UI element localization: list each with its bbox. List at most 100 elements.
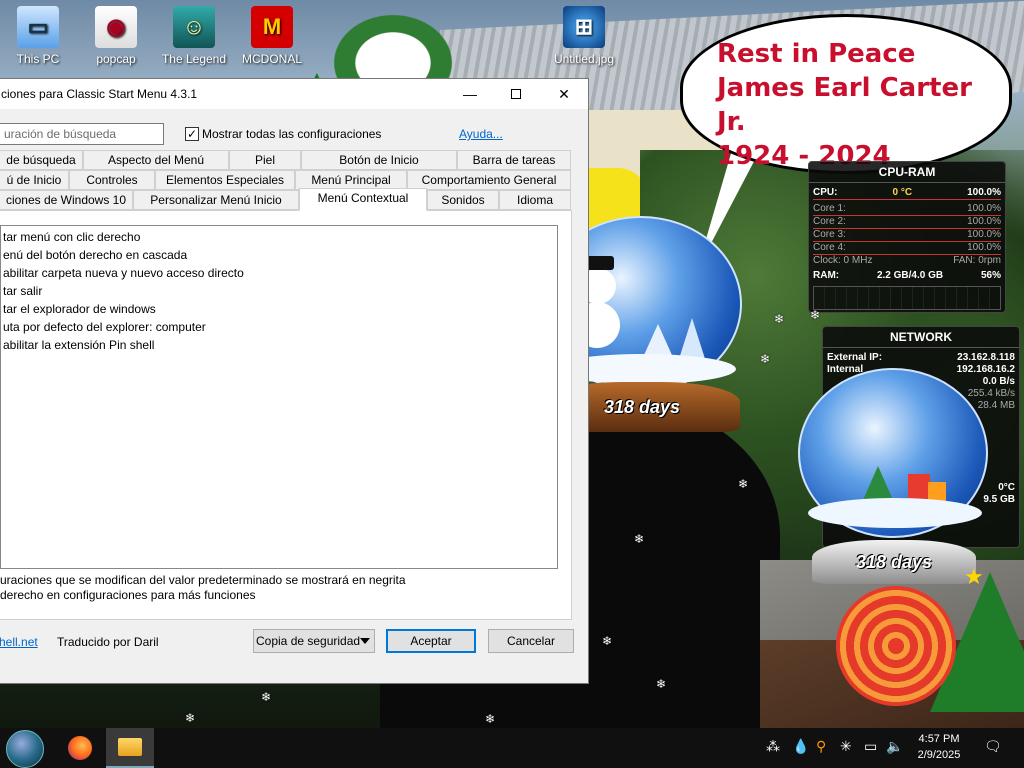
tab-sounds[interactable]: Sonidos [427,190,499,210]
title-bar[interactable]: ciones para Classic Start Menu 4.3.1 — ✕ [0,79,588,109]
clock-date: 2/9/2025 [917,749,961,761]
help-link[interactable]: Ayuda... [459,127,503,141]
list-item[interactable]: tar el explorador de windows [1,300,557,318]
tab-start-button[interactable]: Botón de Inicio [301,150,457,170]
tab-general-behavior[interactable]: Comportamiento General [407,170,571,190]
snowflake-icon: ❄ [656,677,667,691]
list-item[interactable]: enú del botón derecho en cascada [1,246,557,264]
taskbar: ⁂ 💧 ⚲ ✳ ▭ 🔈 4:57 PM 2/9/2025 🗨 [0,728,1024,768]
tab-menu-look[interactable]: Aspecto del Menú [83,150,229,170]
tab-special-items[interactable]: Elementos Especiales [155,170,295,190]
desktop-icon-label: MCDONAL [241,52,302,66]
show-all-settings-checkbox[interactable]: ✓ [185,127,199,141]
star-icon: ★ [964,564,984,589]
desktop-icon-label: popcap [96,52,136,66]
settings-list[interactable]: tar menú con clic derecho enú del botón … [0,225,558,569]
system-clock[interactable]: 4:57 PM 2/9/2025 [906,731,972,763]
dialog-footer: hell.net Traducido por Daril Copia de se… [0,619,588,669]
website-link[interactable]: hell.net [0,635,38,649]
cpu-label: CPU: [813,187,838,198]
computer-icon: ▭ [17,6,59,48]
show-all-settings-label[interactable]: Mostrar todas las configuraciones [202,127,381,141]
tab-windows-10-settings[interactable]: ciones de Windows 10 [0,190,133,210]
desktop-icon-label: The Legend [161,52,227,66]
tab-taskbar[interactable]: Barra de tareas [457,150,571,170]
snowflake-icon: ❄ [261,690,272,704]
network-activity-icon[interactable]: ⁂ [766,738,780,755]
snowflake-tray-icon[interactable]: ✳ [840,738,852,755]
snowflake-icon: ❄ [774,312,785,326]
memorial-speech-bubble: Rest in Peace James Earl Carter Jr. 1924… [680,14,1012,174]
desktop-icon-untitled-jpg[interactable]: ⊞ Untitled.jpg [548,4,620,66]
core-value: 100.0% [967,216,1001,227]
clock-time: 4:57 PM [918,733,960,745]
list-item[interactable]: uta por defecto del explorer: computer [1,318,557,336]
list-item[interactable]: abilitar carpeta nueva y nuevo acceso di… [1,264,557,282]
ram-value: 2.2 GB/4.0 GB [876,270,944,281]
tab-context-menu[interactable]: Menú Contextual [299,188,427,211]
desktop-icon-label: This PC [16,52,60,66]
snowflake-icon: ❄ [760,352,771,366]
days-counter-label: 318 days [603,396,681,417]
ok-button[interactable]: Aceptar [386,629,476,653]
tab-customize-start-menu[interactable]: Personalizar Menú Inicio [133,190,299,210]
tab-row-3: ciones de Windows 10 Personalizar Menú I… [0,188,571,211]
backup-button-label: Copia de seguridad [256,634,361,648]
notification-icon[interactable]: 🗨 [984,738,1002,755]
minimize-button[interactable]: — [447,79,493,109]
maximize-button[interactable] [493,79,539,109]
total-value: 28.4 MB [977,400,1015,411]
tab-language[interactable]: Idioma [499,190,571,210]
search-icon[interactable]: ⚲ [816,738,826,755]
snowflake-icon: ❄ [810,308,821,322]
water-drop-icon[interactable]: 💧 [792,738,809,755]
cpu-ram-gadget[interactable]: CPU-RAM CPU: 0 °C 100.0% Core 1: 100.0% … [808,161,1006,313]
desktop-icon-this-pc[interactable]: ▭ This PC [2,4,74,66]
taskbar-firefox[interactable] [56,728,104,768]
cpu-temp: 0 °C [892,187,913,198]
core-row: Core 4: 100.0% [809,242,1005,254]
size-value: 9.5 GB [983,494,1015,505]
window-title: ciones para Classic Start Menu 4.3.1 [1,87,198,101]
core-value: 100.0% [967,203,1001,214]
list-item[interactable]: abilitar la extensión Pin shell [1,336,557,354]
temp-value: 0°C [998,482,1015,493]
context-menu-panel: tar menú con clic derecho enú del botón … [0,210,572,620]
close-button[interactable]: ✕ [541,79,587,109]
gifts-snow-globe[interactable] [798,368,988,538]
list-item[interactable]: tar salir [1,282,557,300]
tab-search[interactable]: de búsqueda [0,150,83,170]
volume-icon[interactable]: 🔈 [886,738,903,755]
external-ip-value: 23.162.8.118 [957,352,1015,363]
spiral-tree-decoration [836,586,956,706]
minimize-icon: — [463,86,477,102]
core-label: Core 2: [813,216,846,227]
tab-skin[interactable]: Piel [229,150,301,170]
ram-graph [813,286,1001,310]
desktop-icon-label: Untitled.jpg [553,52,615,66]
santa-sleigh-decoration [318,2,468,78]
snowflake-icon: ❄ [738,477,749,491]
list-item[interactable]: tar menú con clic derecho [1,228,557,246]
cancel-button[interactable]: Cancelar [488,629,574,653]
network-icon[interactable]: ▭ [864,738,877,755]
right-click-note: derecho en configuraciones para más func… [0,588,256,602]
snowflake-icon: ❄ [485,712,496,726]
classic-start-menu-settings-dialog: ciones para Classic Start Menu 4.3.1 — ✕… [0,78,589,684]
search-settings-input[interactable]: uración de búsqueda [0,123,164,145]
core-label: Core 1: [813,203,846,214]
backup-dropdown-button[interactable]: Copia de seguridad [253,629,375,653]
core-label: Core 3: [813,229,846,240]
desktop-icon-the-legend[interactable]: ☺ The Legend [158,4,230,66]
desktop-icon-popcap[interactable]: ◉ popcap [80,4,152,66]
tab-controls[interactable]: Controles [69,170,155,190]
start-button[interactable] [6,730,44,768]
taskbar-file-explorer[interactable] [106,728,154,768]
ram-label: RAM: [813,270,840,281]
bubble-line-2: James Earl Carter Jr. [717,73,972,137]
desktop-icon-mcdonalds[interactable]: M MCDONAL [236,4,308,66]
tab-start-menu[interactable]: ú de Inicio [0,170,69,190]
tab-main-menu[interactable]: Menú Principal [295,170,407,190]
snow-ground [808,498,982,528]
core-row: Core 1: 100.0% [809,203,1005,215]
